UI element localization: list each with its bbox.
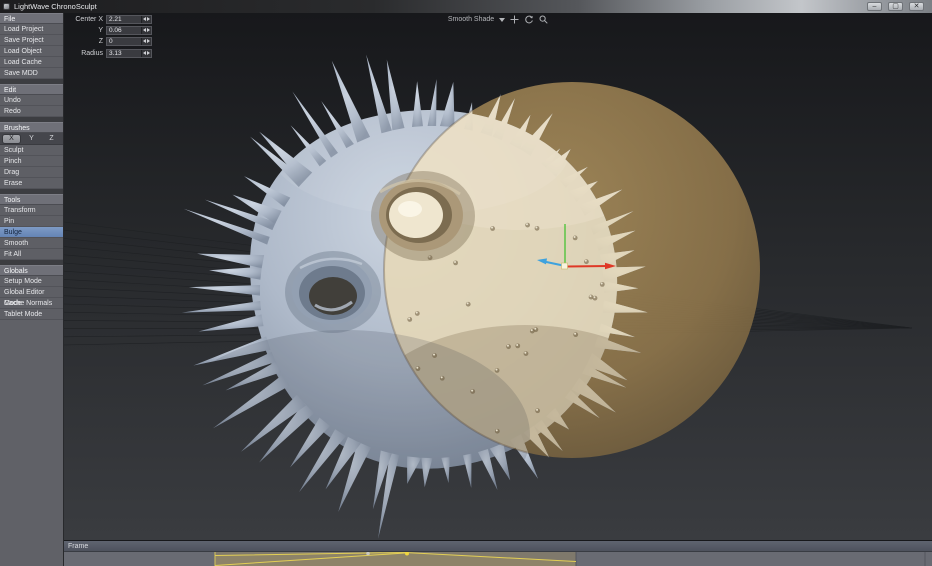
- axis-button-x[interactable]: X: [3, 135, 20, 143]
- center-z-field[interactable]: 0: [106, 37, 152, 46]
- gizmo-center-handle[interactable]: [562, 263, 568, 269]
- pan-icon[interactable]: [510, 15, 519, 24]
- sidebar-item-load-cache[interactable]: Load Cache: [0, 57, 63, 68]
- title-bar: LightWave ChronoSculpt – ▢ ✕: [0, 0, 932, 13]
- frame-label: Frame: [68, 543, 88, 550]
- fish-eye: [371, 171, 475, 261]
- sidebar-item-tablet-mode[interactable]: Tablet Mode: [0, 309, 63, 320]
- app-icon: [3, 3, 10, 10]
- maximize-button[interactable]: ▢: [888, 2, 903, 11]
- axis-button-row: X Y Z: [0, 133, 63, 145]
- orbit-icon[interactable]: [524, 15, 534, 24]
- center-z-stepper[interactable]: [141, 38, 151, 45]
- viewport-3d[interactable]: Smooth Shade Center X: [64, 13, 932, 540]
- sidebar-header-globals: Globals: [0, 265, 63, 276]
- sidebar-item-pinch[interactable]: Pinch: [0, 156, 63, 167]
- center-y-field[interactable]: 0.06: [106, 26, 152, 35]
- sidebar-item-undo[interactable]: Undo: [0, 95, 63, 106]
- shade-mode-dropdown[interactable]: Smooth Shade: [448, 16, 494, 23]
- sidebar-item-load-object[interactable]: Load Object: [0, 46, 63, 57]
- sidebar-item-global-editor-mode[interactable]: Global Editor Mode: [0, 287, 63, 298]
- brush-properties-panel: Center X 2.21 Y 0.06 Z 0: [66, 14, 152, 59]
- sidebar-item-load-project[interactable]: Load Project: [0, 24, 63, 35]
- center-x-stepper[interactable]: [141, 16, 151, 23]
- sidebar-header-tools: Tools: [0, 194, 63, 205]
- sidebar-item-smooth[interactable]: Smooth: [0, 238, 63, 249]
- field-label-y: Y: [66, 27, 106, 34]
- sidebar-item-bulge[interactable]: Bulge: [0, 227, 63, 238]
- app-window: LightWave ChronoSculpt – ▢ ✕ File Load P…: [0, 0, 932, 566]
- radius-stepper[interactable]: [141, 50, 151, 57]
- field-label-center-x: Center X: [66, 16, 106, 23]
- field-label-z: Z: [66, 38, 106, 45]
- sidebar-item-redo[interactable]: Redo: [0, 106, 63, 117]
- sidebar-item-drag[interactable]: Drag: [0, 167, 63, 178]
- sidebar-item-fit-all[interactable]: Fit All: [0, 249, 63, 260]
- scene-canvas: [64, 13, 932, 540]
- fish-mouth: [285, 251, 381, 333]
- axis-button-y[interactable]: Y: [23, 135, 40, 143]
- center-y-stepper[interactable]: [141, 27, 151, 34]
- center-x-field[interactable]: 2.21: [106, 15, 152, 24]
- zoom-icon[interactable]: [539, 15, 548, 24]
- timeline-track[interactable]: [64, 552, 932, 566]
- sidebar-item-setup-mode[interactable]: Setup Mode: [0, 276, 63, 287]
- sidebar-item-save-project[interactable]: Save Project: [0, 35, 63, 46]
- shade-control-bar: Smooth Shade: [64, 13, 932, 26]
- sidebar-header-file: File: [0, 13, 63, 24]
- sidebar-item-pin[interactable]: Pin: [0, 216, 63, 227]
- sidebar-item-erase[interactable]: Erase: [0, 178, 63, 189]
- radius-field[interactable]: 3.13: [106, 49, 152, 58]
- sidebar-header-edit: Edit: [0, 84, 63, 95]
- sidebar-header-brushes: Brushes: [0, 122, 63, 133]
- chevron-down-icon[interactable]: [499, 18, 505, 22]
- close-button[interactable]: ✕: [909, 2, 924, 11]
- axis-button-z[interactable]: Z: [43, 135, 60, 143]
- sidebar-item-transform[interactable]: Transform: [0, 205, 63, 216]
- minimize-button[interactable]: –: [867, 2, 882, 11]
- field-label-radius: Radius: [66, 50, 106, 57]
- timeline-canvas: [64, 552, 932, 566]
- sidebar-item-sculpt[interactable]: Sculpt: [0, 145, 63, 156]
- frame-bar: Frame: [64, 540, 932, 552]
- sidebar: File Load Project Save Project Load Obje…: [0, 13, 64, 566]
- sidebar-item-cache-normals[interactable]: Cache Normals: [0, 298, 63, 309]
- window-title: LightWave ChronoSculpt: [14, 2, 97, 11]
- sidebar-item-save-mdd[interactable]: Save MDD: [0, 68, 63, 79]
